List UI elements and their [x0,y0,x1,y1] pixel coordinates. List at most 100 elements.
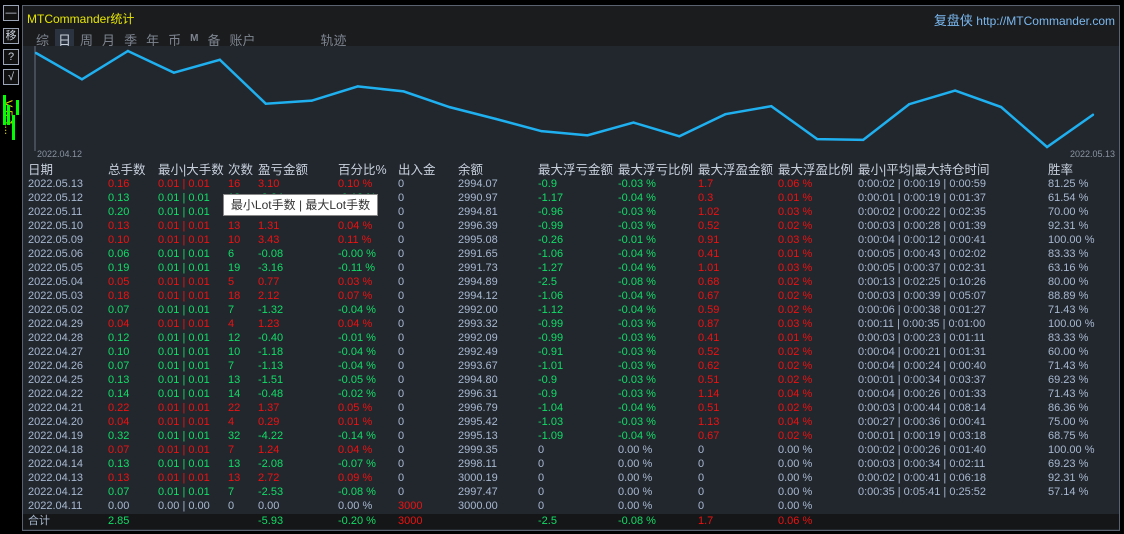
cell-13: 70.00 % [1048,206,1089,218]
table-row[interactable]: 2022.05.110.200.01 | 0.0120-1.58-0.05 %0… [23,205,1119,219]
table-row[interactable]: 2022.04.12 0.07 0.01 | 0.01 7 -2.53 -0.08 % 0 2… [23,485,1119,499]
column-header[interactable]: 次数 [228,163,253,177]
cell-10: 0.62 [698,360,720,372]
cell-12: 0:00:03 | 0:00:28 | 0:01:39 [858,220,987,232]
table-row[interactable]: 2022.04.29 0.04 0.01 | 0.01 4 1.23 0.04 % 0 299… [23,317,1119,331]
cell-0: 2022.05.09 [28,234,84,246]
cell-11: 0.01 % [778,192,813,204]
cell-1: 0.16 [108,178,130,190]
cell-0: 2022.04.28 [28,332,84,344]
cell-0: 2022.05.10 [28,220,84,232]
table-row[interactable]: 2022.05.10 0.13 0.01 | 0.01 13 1.31 0.04 % 0 29… [23,219,1119,233]
table-row[interactable]: 2022.05.05 0.19 0.01 | 0.01 19 -3.16 -0.11 % 0… [23,261,1119,275]
column-header[interactable]: 最小|大手数 [158,163,224,177]
table-row[interactable]: 2022.04.11 0.00 0.00 | 0.00 0 0.00 0.00 % 3000… [23,499,1119,513]
table-row[interactable]: 2022.05.09 0.10 0.01 | 0.01 10 3.43 0.11 % 0 29… [23,233,1119,247]
cell-10: 0.67 [698,430,720,442]
cell-5: -0.14 % [338,430,376,442]
cell-8: -0.26 [538,234,564,246]
cell-4: -2.53 [258,486,284,498]
cell-6: 0 [398,416,405,428]
cell-0: 2022.04.22 [28,388,84,400]
table-row[interactable]: 2022.05.02 0.07 0.01 | 0.01 7 -1.32 -0.04 % 0 2… [23,303,1119,317]
table-row[interactable]: 2022.04.25 0.13 0.01 | 0.01 13 -1.51 -0.05 % 0… [23,373,1119,387]
cell-11: 0.02 % [778,276,813,288]
table-row[interactable]: 2022.04.28 0.12 0.01 | 0.01 12 -0.40 -0.01 % 0… [23,331,1119,345]
cell-13: 88.89 % [1048,290,1089,302]
cell-13: 69.23 % [1048,458,1089,470]
column-header[interactable]: 胜率 [1048,163,1073,177]
brand-url[interactable]: http://MTCommander.com [976,14,1115,28]
cell-8: 0 [538,444,545,456]
cell-11: 0.06 % [778,515,813,527]
table-row[interactable]: 2022.04.18 0.07 0.01 | 0.01 7 1.24 0.04 % 0 299… [23,443,1119,457]
cell-11: 0.04 % [778,416,813,428]
balance-point [953,89,957,92]
cell-11: 0.00 % [778,486,813,498]
column-header[interactable]: 最大浮亏金额 [538,163,613,177]
cell-4: -1.51 [258,374,284,386]
column-header[interactable]: 百分比% [338,163,387,177]
cell-10: 1.14 [698,388,720,400]
cell-6: 0 [398,458,405,470]
cell-11: 0.02 % [778,360,813,372]
cell-5: 0.11 % [338,234,372,246]
column-header[interactable]: 最小|平均|最大持仓时间 [858,163,990,177]
cell-3: 5 [228,276,235,288]
table-row[interactable]: 2022.04.19 0.32 0.01 | 0.01 32 -4.22 -0.14 % 0… [23,429,1119,443]
cell-8: -1.12 [538,304,564,316]
table-row[interactable]: 2022.05.13 0.16 0.01 | 0.01 16 3.10 0.10 % 0 29… [23,177,1119,191]
cell-7: 2994.80 [458,374,498,386]
cell-1: 0.06 [108,248,130,260]
brand-link[interactable]: 复盘侠 http://MTCommander.com [934,10,1115,29]
cell-11: 0.02 % [778,290,813,302]
column-header[interactable]: 日期 [28,163,53,177]
column-header[interactable]: 总手数 [108,163,146,177]
cell-2: 0.01 | 0.01 [158,472,210,484]
cell-9: -0.03 % [618,416,656,428]
column-header[interactable]: 出入金 [398,163,436,177]
table-row[interactable]: 2022.04.14 0.13 0.01 | 0.01 13 -2.08 -0.07 % 0… [23,457,1119,471]
cell-4: 1.37 [258,402,280,414]
cell-10: 0.51 [698,402,720,414]
table-row[interactable]: 2022.04.21 0.22 0.01 | 0.01 22 1.37 0.05 % 0 29… [23,401,1119,415]
cell-1: 0.13 [108,374,130,386]
cell-7: 3000.19 [458,472,498,484]
cell-1: 2.85 [108,515,130,527]
check-icon[interactable]: √ [3,69,19,85]
cell-10: 0.68 [698,276,720,288]
table-row[interactable]: 2022.05.06 0.06 0.01 | 0.01 6 -0.08 -0.00 % 0 2… [23,247,1119,261]
move-icon[interactable]: 移 [3,28,19,44]
cell-12: 0:00:03 | 0:00:34 | 0:02:11 [858,458,986,470]
table-row[interactable]: 2022.04.26 0.07 0.01 | 0.01 7 -1.13 -0.04 % 0 2… [23,359,1119,373]
cell-3: 6 [228,248,235,260]
cell-4: 1.31 [258,220,280,232]
balance-point [126,49,130,53]
column-header[interactable]: 最大浮盈比例 [778,163,853,177]
column-header[interactable]: 盈亏金额 [258,163,308,177]
table-row[interactable]: 2022.04.27 0.10 0.01 | 0.01 10 -1.18 -0.04 % 0… [23,345,1119,359]
column-header[interactable]: 最大浮盈金额 [698,163,773,177]
table-row[interactable]: 2022.05.03 0.18 0.01 | 0.01 18 2.12 0.07 % 0 29… [23,289,1119,303]
cell-8: -0.9 [538,374,557,386]
table-row[interactable]: 2022.04.22 0.14 0.01 | 0.01 14 -0.48 -0.02 % 0… [23,387,1119,401]
column-header[interactable]: 最大浮亏比例 [618,163,693,177]
table-row[interactable]: 2022.04.20 0.04 0.01 | 0.01 4 0.29 0.01 % 0 299… [23,415,1119,429]
table-row[interactable]: 2022.05.04 0.05 0.01 | 0.01 5 0.77 0.03 % 0 299… [23,275,1119,289]
minimize-icon[interactable]: — [3,5,19,21]
cell-2: 0.01 | 0.01 [158,248,210,260]
cell-6: 0 [398,276,405,288]
cell-9: 0.00 % [618,486,653,498]
table-row[interactable]: 2022.05.120.130.01 | 0.0113-3.84-0.13 %0… [23,191,1119,205]
cell-9: -0.04 % [618,262,656,274]
table-row[interactable]: 2022.04.13 0.13 0.01 | 0.01 13 2.72 0.09 % 0 30… [23,471,1119,485]
help-icon[interactable]: ? [3,49,19,65]
column-header[interactable]: 余额 [458,163,483,177]
cell-5: -0.05 % [338,374,376,386]
balance-chart: 2022.04.12 2022.05.13 [23,46,1119,159]
cell-6: 0 [398,192,405,204]
cell-0: 2022.04.11 [28,500,83,512]
total-row[interactable]: 合计 2.85 -5.93 -0.20 % 3000 -2.5 -0.08 % 1.7 0.06… [23,514,1119,529]
cell-7: 2994.07 [458,178,498,190]
balance-point [80,78,84,81]
